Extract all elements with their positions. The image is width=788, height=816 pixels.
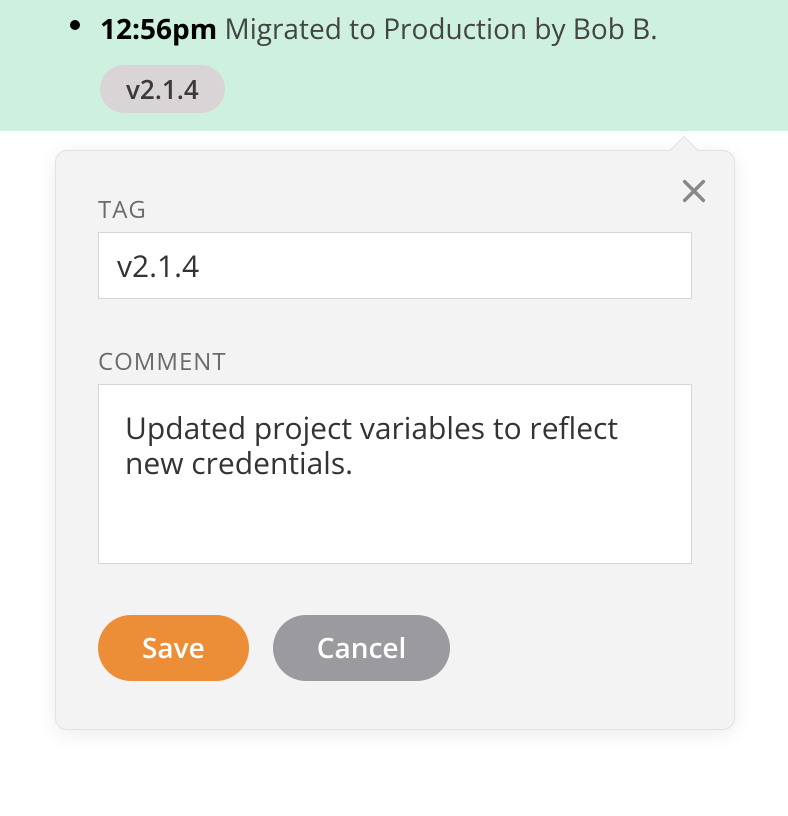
cancel-button[interactable]: Cancel (273, 615, 451, 681)
history-banner: 12:56pm Migrated to Production by Bob B.… (0, 0, 788, 131)
tag-group: TAG (98, 193, 692, 299)
bullet-icon (70, 20, 80, 30)
edit-popover: TAG COMMENT Updated project variables to… (55, 150, 735, 730)
history-item: 12:56pm Migrated to Production by Bob B.… (100, 10, 748, 113)
popover-arrow-icon (670, 136, 698, 164)
close-icon (680, 177, 708, 205)
close-button[interactable] (676, 173, 712, 209)
tag-pill[interactable]: v2.1.4 (100, 65, 225, 113)
tag-label: TAG (98, 193, 692, 226)
save-button[interactable]: Save (98, 615, 249, 681)
history-time: 12:56pm (100, 10, 217, 48)
history-text: 12:56pm Migrated to Production by Bob B. (100, 10, 748, 49)
history-action: Migrated to Production by Bob B. (225, 10, 658, 48)
tag-input[interactable] (98, 232, 692, 299)
comment-textarea[interactable]: Updated project variables to reflect new… (98, 384, 692, 564)
comment-label: COMMENT (98, 345, 692, 378)
comment-group: COMMENT Updated project variables to ref… (98, 345, 692, 569)
button-row: Save Cancel (98, 615, 692, 681)
